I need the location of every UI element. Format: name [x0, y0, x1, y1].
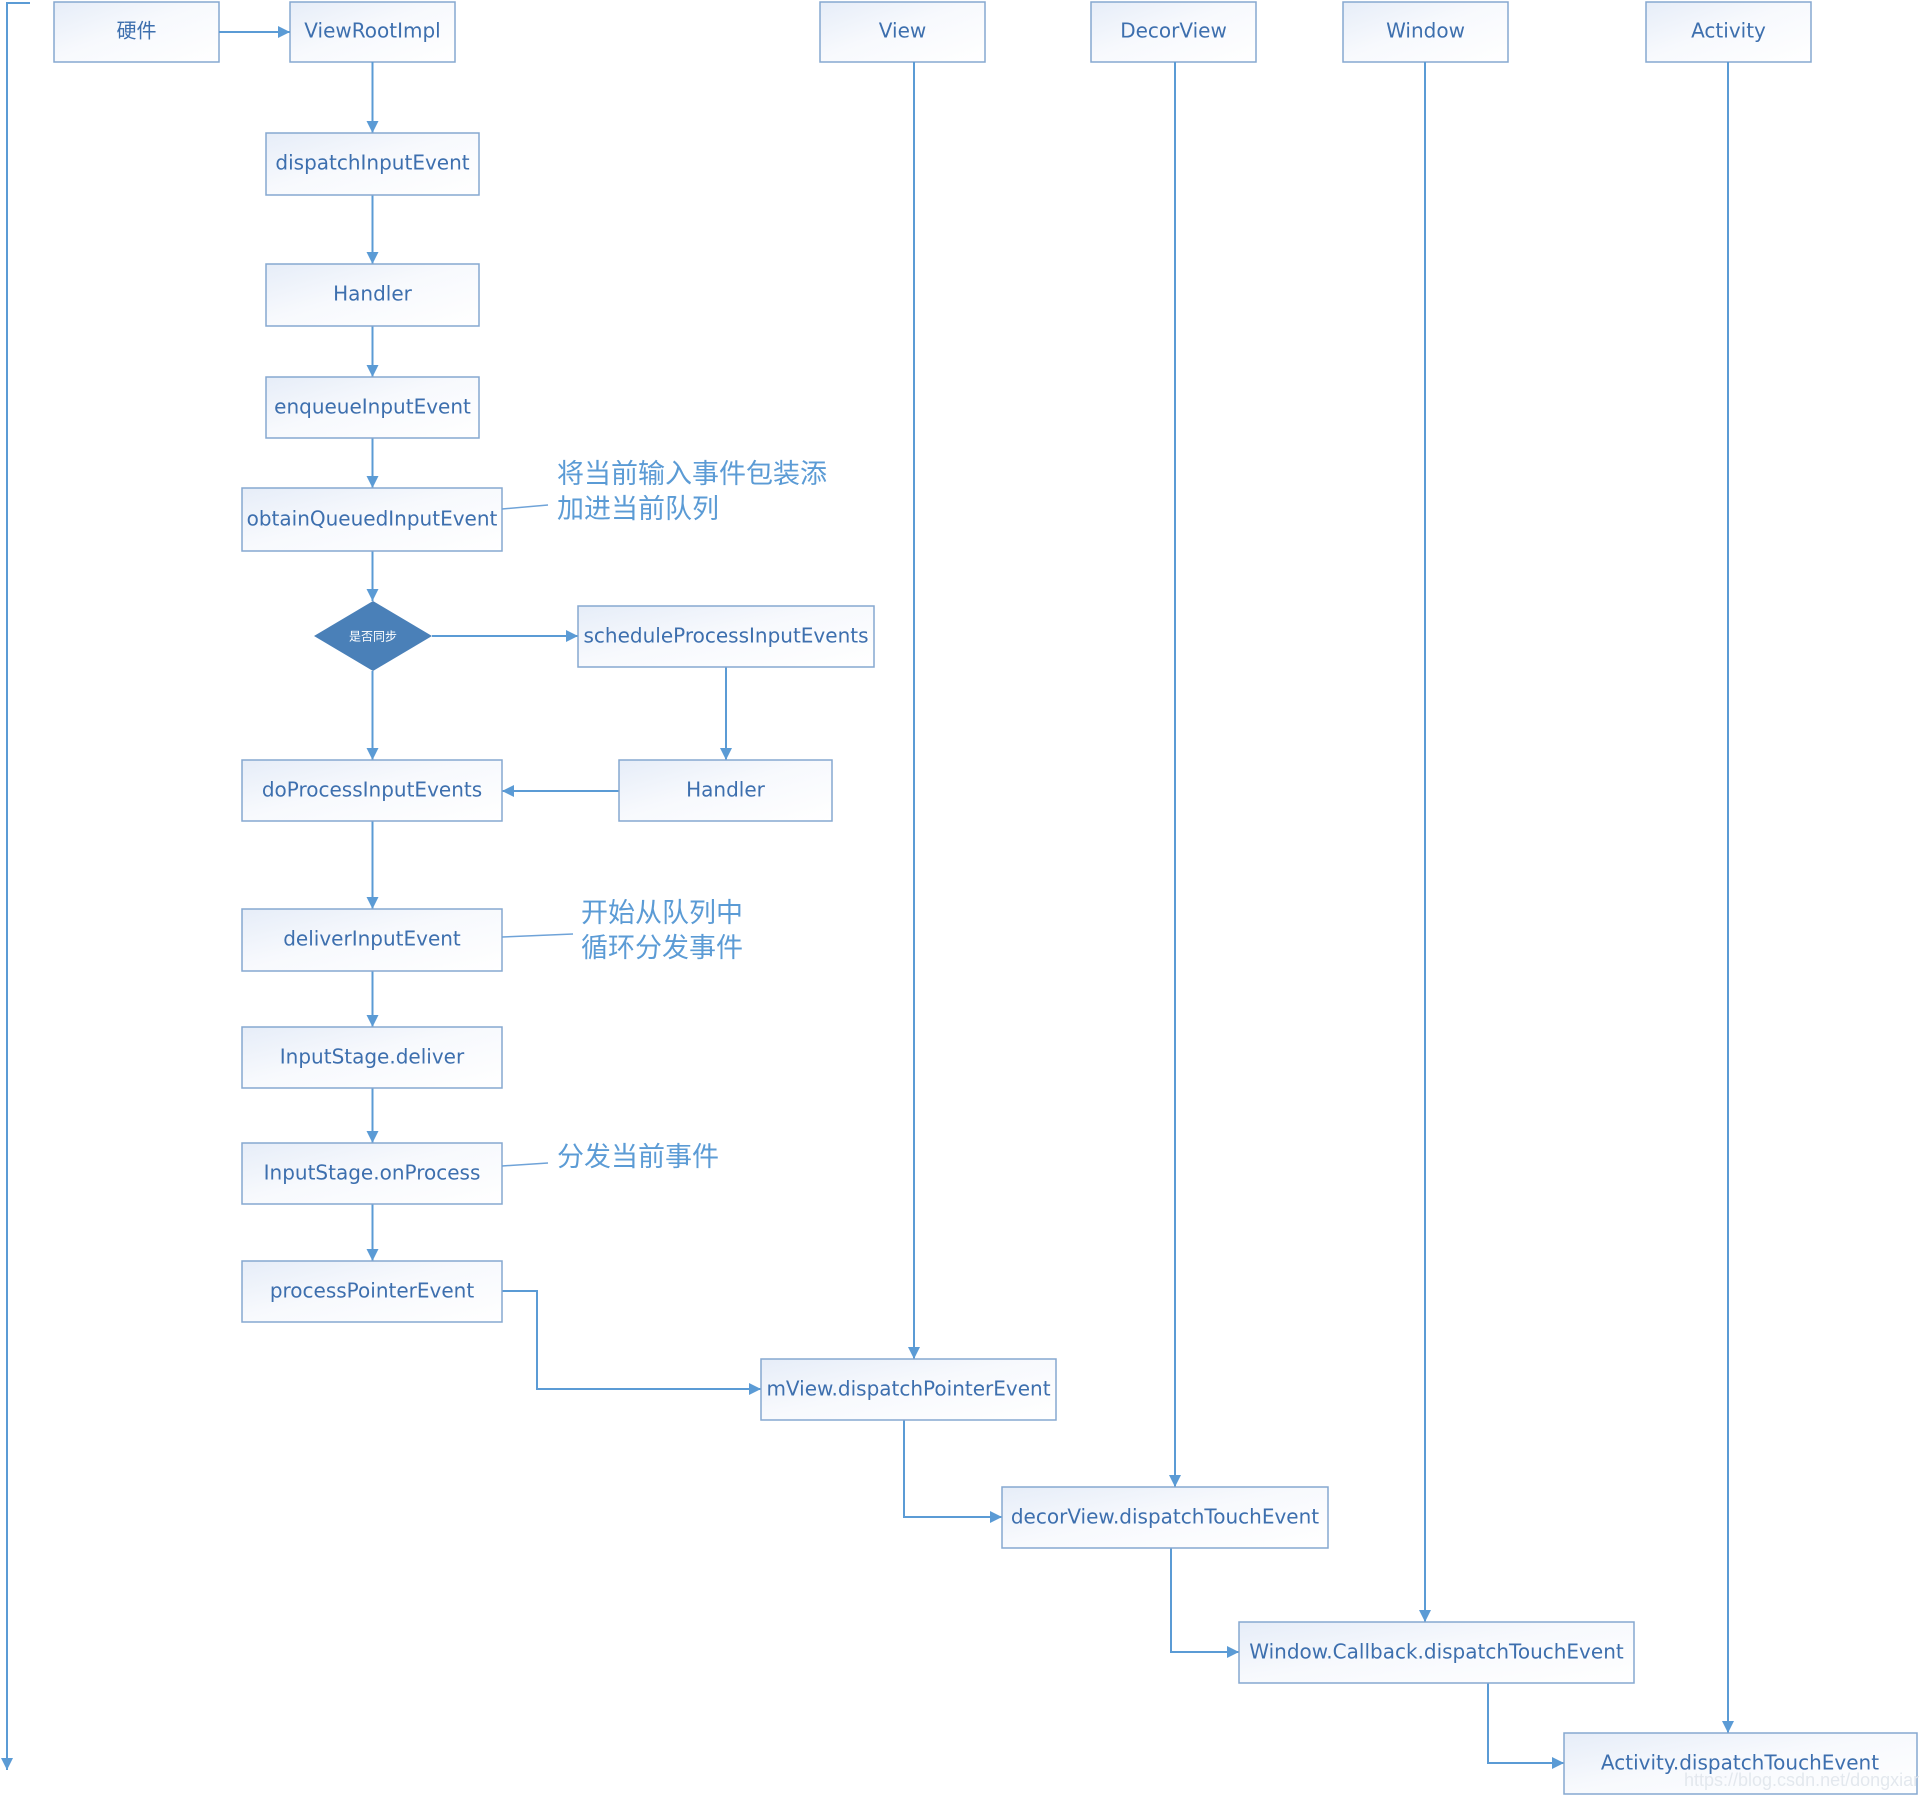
- step-dispatch-input-event: dispatchInputEvent: [265, 132, 480, 196]
- note-on-process-connector: [501, 1162, 549, 1167]
- note-deliver-line1: 开始从队列中: [581, 898, 743, 929]
- lane-activity-label: Activity: [1691, 19, 1766, 43]
- step-window-callback-dispatch-touch-event: Window.Callback.dispatchTouchEvent: [1238, 1621, 1635, 1684]
- step-enqueue-input-event: enqueueInputEvent: [265, 376, 480, 439]
- step-dispatch-input-event-label: dispatchInputEvent: [275, 151, 469, 175]
- step-handler-2: Handler: [618, 759, 833, 822]
- step-process-pointer-event: processPointerEvent: [241, 1260, 503, 1323]
- step-enqueue-input-event-label: enqueueInputEvent: [274, 395, 471, 419]
- note-deliver-connector: [501, 933, 574, 938]
- step-handler-1: Handler: [265, 263, 480, 327]
- lane-window-label: Window: [1386, 19, 1465, 43]
- step-schedule-process-input-events: scheduleProcessInputEvents: [577, 605, 875, 668]
- arrow-mview-to-decorview: [903, 1420, 1002, 1523]
- step-do-process-input-events-label: doProcessInputEvents: [262, 778, 482, 802]
- step-mview-dispatch-pointer-event: mView.dispatchPointerEvent: [760, 1358, 1057, 1421]
- lane-decor-view-label: DecorView: [1120, 19, 1227, 43]
- note-obtain-line2: 加进当前队列: [557, 494, 719, 525]
- arrow-decorview-to-window-callback: [1170, 1548, 1239, 1658]
- lane-decor-view: DecorView: [1090, 1, 1257, 63]
- note-obtain-line1: 将当前输入事件包装添: [557, 459, 827, 490]
- lane-hardware: 硬件: [53, 1, 220, 63]
- lane-window: Window: [1342, 1, 1509, 63]
- lane-view: View: [819, 1, 986, 63]
- note-obtain-connector: [501, 504, 549, 510]
- timeline-arrow: [1, 2, 30, 1770]
- flow-diagram: 硬件 ViewRootImpl View DecorView Window Ac…: [1, 1, 1919, 1795]
- note-on-process: 分发当前事件: [557, 1142, 719, 1173]
- lane-hardware-label: 硬件: [117, 19, 157, 43]
- step-input-stage-on-process-label: InputStage.onProcess: [264, 1161, 481, 1185]
- step-input-stage-deliver: InputStage.deliver: [241, 1026, 503, 1089]
- step-handler-1-label: Handler: [333, 282, 413, 306]
- step-handler-2-label: Handler: [686, 778, 766, 802]
- step-deliver-input-event-label: deliverInputEvent: [283, 927, 461, 951]
- lane-activity: Activity: [1645, 1, 1812, 63]
- step-decorview-dispatch-touch-event: decorView.dispatchTouchEvent: [1001, 1486, 1329, 1549]
- step-window-callback-dispatch-touch-event-label: Window.Callback.dispatchTouchEvent: [1249, 1640, 1624, 1664]
- step-decorview-dispatch-touch-event-label: decorView.dispatchTouchEvent: [1011, 1505, 1319, 1529]
- step-input-stage-deliver-label: InputStage.deliver: [280, 1045, 465, 1069]
- lane-view-root-impl-label: ViewRootImpl: [304, 19, 440, 43]
- step-obtain-queued-input-event: obtainQueuedInputEvent: [241, 487, 503, 552]
- lane-view-root-impl: ViewRootImpl: [289, 1, 456, 63]
- step-mview-dispatch-pointer-event-label: mView.dispatchPointerEvent: [766, 1377, 1050, 1401]
- lane-view-label: View: [879, 19, 926, 43]
- step-do-process-input-events: doProcessInputEvents: [241, 759, 503, 822]
- step-schedule-process-input-events-label: scheduleProcessInputEvents: [584, 624, 869, 648]
- arrow-window-callback-to-activity: [1487, 1683, 1564, 1769]
- decision-is-sync-label: 是否同步: [349, 630, 397, 644]
- watermark: https://blog.csdn.net/dongxianfei: [1684, 1770, 1919, 1790]
- step-input-stage-on-process: InputStage.onProcess: [241, 1142, 503, 1205]
- decision-is-sync: 是否同步: [314, 601, 432, 671]
- arrow-pointer-to-mview: [502, 1290, 761, 1395]
- step-process-pointer-event-label: processPointerEvent: [270, 1279, 474, 1303]
- step-deliver-input-event: deliverInputEvent: [241, 908, 503, 972]
- step-obtain-queued-input-event-label: obtainQueuedInputEvent: [247, 507, 498, 531]
- note-deliver-line2: 循环分发事件: [581, 933, 743, 964]
